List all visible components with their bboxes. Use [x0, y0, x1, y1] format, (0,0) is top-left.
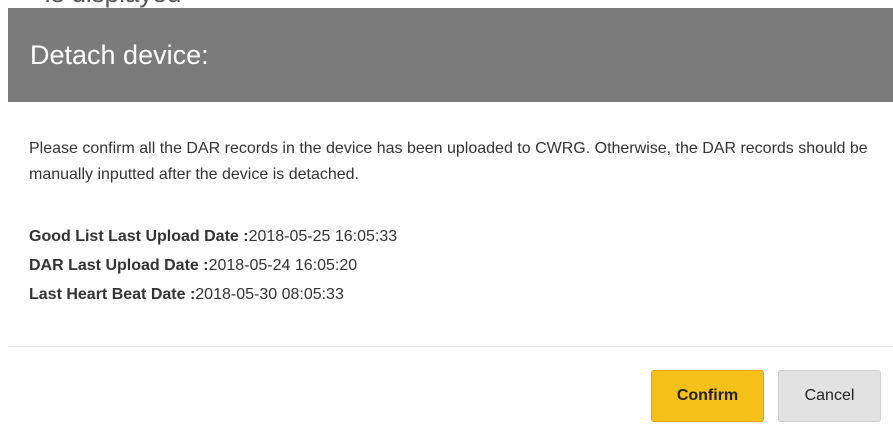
good-list-upload-value: 2018-05-25 16:05:33 [248, 228, 398, 245]
dialog-header: Detach device: [8, 8, 893, 102]
dialog-footer: Confirm Cancel [8, 347, 893, 441]
background-page-strip: Is displayed [0, 0, 893, 8]
confirmation-message: Please confirm all the DAR records in th… [29, 140, 868, 183]
detach-device-dialog: Detach device: Please confirm all the DA… [8, 8, 893, 441]
dar-upload-row: DAR Last Upload Date :2018-05-24 16:05:2… [29, 251, 397, 280]
cancel-button[interactable]: Cancel [778, 370, 881, 422]
heart-beat-value: 2018-05-30 08:05:33 [195, 286, 344, 303]
dialog-title: Detach device: [30, 40, 209, 70]
good-list-upload-row: Good List Last Upload Date :2018-05-25 1… [29, 222, 397, 251]
background-page-text: Is displayed [44, 0, 181, 8]
confirm-button[interactable]: Confirm [651, 370, 764, 422]
dar-upload-value: 2018-05-24 16:05:20 [208, 257, 358, 274]
dar-upload-label: DAR Last Upload Date : [29, 257, 209, 274]
heart-beat-row: Last Heart Beat Date :2018-05-30 08:05:3… [29, 280, 397, 309]
good-list-upload-label: Good List Last Upload Date : [29, 228, 249, 245]
heart-beat-label: Last Heart Beat Date : [29, 286, 196, 303]
upload-info-list: Good List Last Upload Date :2018-05-25 1… [29, 222, 397, 309]
dialog-body: Please confirm all the DAR records in th… [8, 102, 893, 346]
